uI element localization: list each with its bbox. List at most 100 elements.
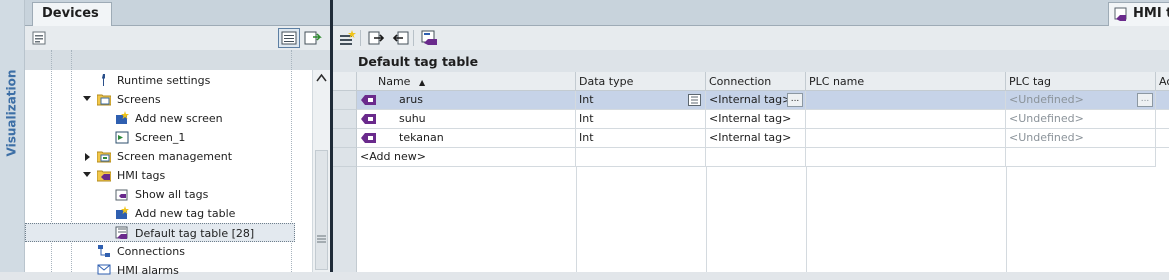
- plc-tag-cell[interactable]: <Undefined>: [1006, 129, 1156, 148]
- data-type-list-icon[interactable]: [688, 94, 701, 106]
- tag-name: arus: [399, 93, 423, 106]
- row-header[interactable]: [333, 148, 357, 167]
- table-row[interactable]: suhu Int <Internal tag> <Undefined>: [357, 110, 1169, 129]
- list-view-icon: [281, 31, 297, 45]
- row-header-corner: [333, 72, 357, 91]
- tree-item-screen-management[interactable]: Screen management: [25, 147, 312, 166]
- access-cell[interactable]: [1156, 110, 1169, 129]
- details-view-button[interactable]: [278, 28, 300, 48]
- column-header-plc-tag[interactable]: PLC tag: [1006, 72, 1156, 91]
- name-cell[interactable]: arus: [357, 91, 576, 110]
- hmi-tags-tab-label: HMI tags: [1133, 6, 1169, 21]
- table-row[interactable]: tekanan Int <Internal tag> <Undefined>: [357, 129, 1169, 148]
- add-new-cell[interactable]: <Add new>: [357, 148, 576, 167]
- tree-item-label: HMI tags: [117, 169, 166, 182]
- plc-name-cell[interactable]: [806, 110, 1006, 129]
- add-screen-icon: [116, 111, 129, 124]
- tree-item-add-new-screen[interactable]: Add new screen: [25, 109, 312, 128]
- plc-name-cell[interactable]: [806, 129, 1006, 148]
- row-header[interactable]: [333, 110, 357, 129]
- tag-name: suhu: [399, 112, 426, 125]
- add-row-icon[interactable]: [339, 30, 356, 46]
- empty-cell: [806, 148, 1006, 167]
- column-gridline: [1006, 167, 1007, 272]
- tree-scrollbar[interactable]: [312, 70, 330, 272]
- column-header-data-type[interactable]: Data type: [576, 72, 706, 91]
- tree-item-label: Screens: [117, 93, 161, 106]
- tree-item-label: Default tag table [28]: [135, 227, 255, 240]
- tag-table-grid: Name ▲ Data type Connection PLC name PLC…: [333, 72, 1169, 272]
- tree-item-hmi-alarms[interactable]: HMI alarms: [25, 261, 312, 280]
- expand-arrow-icon[interactable]: [83, 96, 91, 101]
- scroll-up-icon[interactable]: [316, 73, 327, 83]
- collapse-arrow-icon[interactable]: [85, 153, 90, 161]
- plc-tag-browse-button[interactable]: ...: [1137, 93, 1153, 107]
- tree-item-runtime-settings[interactable]: Runtime settings: [25, 71, 312, 90]
- data-type-value: Int: [579, 93, 594, 106]
- tag-table-icon: [1114, 7, 1127, 21]
- table-title: Default tag table: [358, 54, 479, 69]
- tree-item-label: Connections: [117, 245, 185, 258]
- connection-value: <Internal tag>: [709, 93, 792, 106]
- vertical-tab-strip: Visualization: [0, 0, 25, 272]
- data-type-cell[interactable]: Int: [576, 91, 706, 110]
- table-title-bar: Default tag table: [333, 50, 1169, 72]
- connection-browse-button[interactable]: ...: [787, 93, 803, 107]
- name-cell[interactable]: tekanan: [357, 129, 576, 148]
- tree-item-connections[interactable]: Connections: [25, 242, 312, 261]
- screen-icon: [115, 131, 129, 144]
- access-cell[interactable]: [1156, 129, 1169, 148]
- tree-item-add-new-tag-table[interactable]: Add new tag table: [25, 204, 312, 223]
- tree-item-label: Runtime settings: [117, 74, 211, 87]
- column-header-name[interactable]: Name ▲: [357, 72, 576, 91]
- tree-item-screen-1[interactable]: Screen_1: [25, 128, 312, 147]
- row-header[interactable]: [333, 129, 357, 148]
- hmi-tags-tab[interactable]: HMI tags: [1108, 2, 1169, 26]
- data-type-cell[interactable]: Int: [576, 129, 706, 148]
- name-cell[interactable]: suhu: [357, 110, 576, 129]
- data-type-cell[interactable]: Int: [576, 110, 706, 129]
- tree-item-label: HMI alarms: [117, 264, 179, 277]
- tree-item-hmi-tags[interactable]: HMI tags: [25, 166, 312, 185]
- tag-table-tool-icon[interactable]: [421, 30, 438, 46]
- expand-arrow-icon[interactable]: [83, 172, 91, 177]
- folder-icon: [97, 94, 111, 106]
- scroll-thumb[interactable]: [315, 150, 328, 270]
- plc-tag-cell[interactable]: <Undefined>: [1006, 110, 1156, 129]
- access-cell[interactable]: [1156, 91, 1169, 110]
- add-tag-table-icon: [116, 206, 129, 219]
- empty-cell: [706, 148, 806, 167]
- column-gridline: [706, 167, 707, 272]
- export-icon[interactable]: [368, 30, 385, 46]
- folder-screen-icon: [97, 151, 111, 163]
- visualization-vertical-tab[interactable]: Visualization: [5, 66, 21, 161]
- tree-item-label: Show all tags: [135, 188, 209, 201]
- toolbar-separator: [360, 30, 361, 46]
- alarms-icon: [97, 264, 111, 275]
- table-row[interactable]: arus Int <Internal tag> ... <Undefined> …: [357, 91, 1169, 110]
- tree-item-label: Add new tag table: [135, 207, 236, 220]
- row-header[interactable]: [333, 91, 357, 110]
- plc-name-cell[interactable]: [806, 91, 1006, 110]
- tree-item-default-tag-table[interactable]: Default tag table [28]: [25, 223, 295, 242]
- properties-icon[interactable]: [31, 30, 47, 46]
- tree-item-screens[interactable]: Screens: [25, 90, 312, 109]
- devices-tab[interactable]: Devices: [32, 2, 112, 26]
- column-header-connection[interactable]: Connection: [706, 72, 806, 91]
- project-tree: Runtime settings Screens Add new screen …: [25, 50, 330, 277]
- add-new-row[interactable]: <Add new>: [357, 148, 1169, 167]
- tree-item-show-all-tags[interactable]: Show all tags: [25, 185, 312, 204]
- overview-export-icon[interactable]: [304, 30, 322, 46]
- column-header-access[interactable]: Ac: [1156, 72, 1169, 91]
- plc-tag-cell[interactable]: <Undefined> ...: [1006, 91, 1156, 110]
- import-icon[interactable]: [392, 30, 409, 46]
- sort-ascending-icon[interactable]: ▲: [419, 78, 425, 87]
- connection-cell[interactable]: <Internal tag> ...: [706, 91, 806, 110]
- editor-tab-bar: [333, 0, 1169, 26]
- column-header-plc-name[interactable]: PLC name: [806, 72, 1006, 91]
- devices-toolbar: [25, 26, 330, 50]
- connection-cell[interactable]: <Internal tag>: [706, 129, 806, 148]
- tag-table-icon: [115, 226, 128, 239]
- grip-icon: [317, 235, 326, 243]
- connection-cell[interactable]: <Internal tag>: [706, 110, 806, 129]
